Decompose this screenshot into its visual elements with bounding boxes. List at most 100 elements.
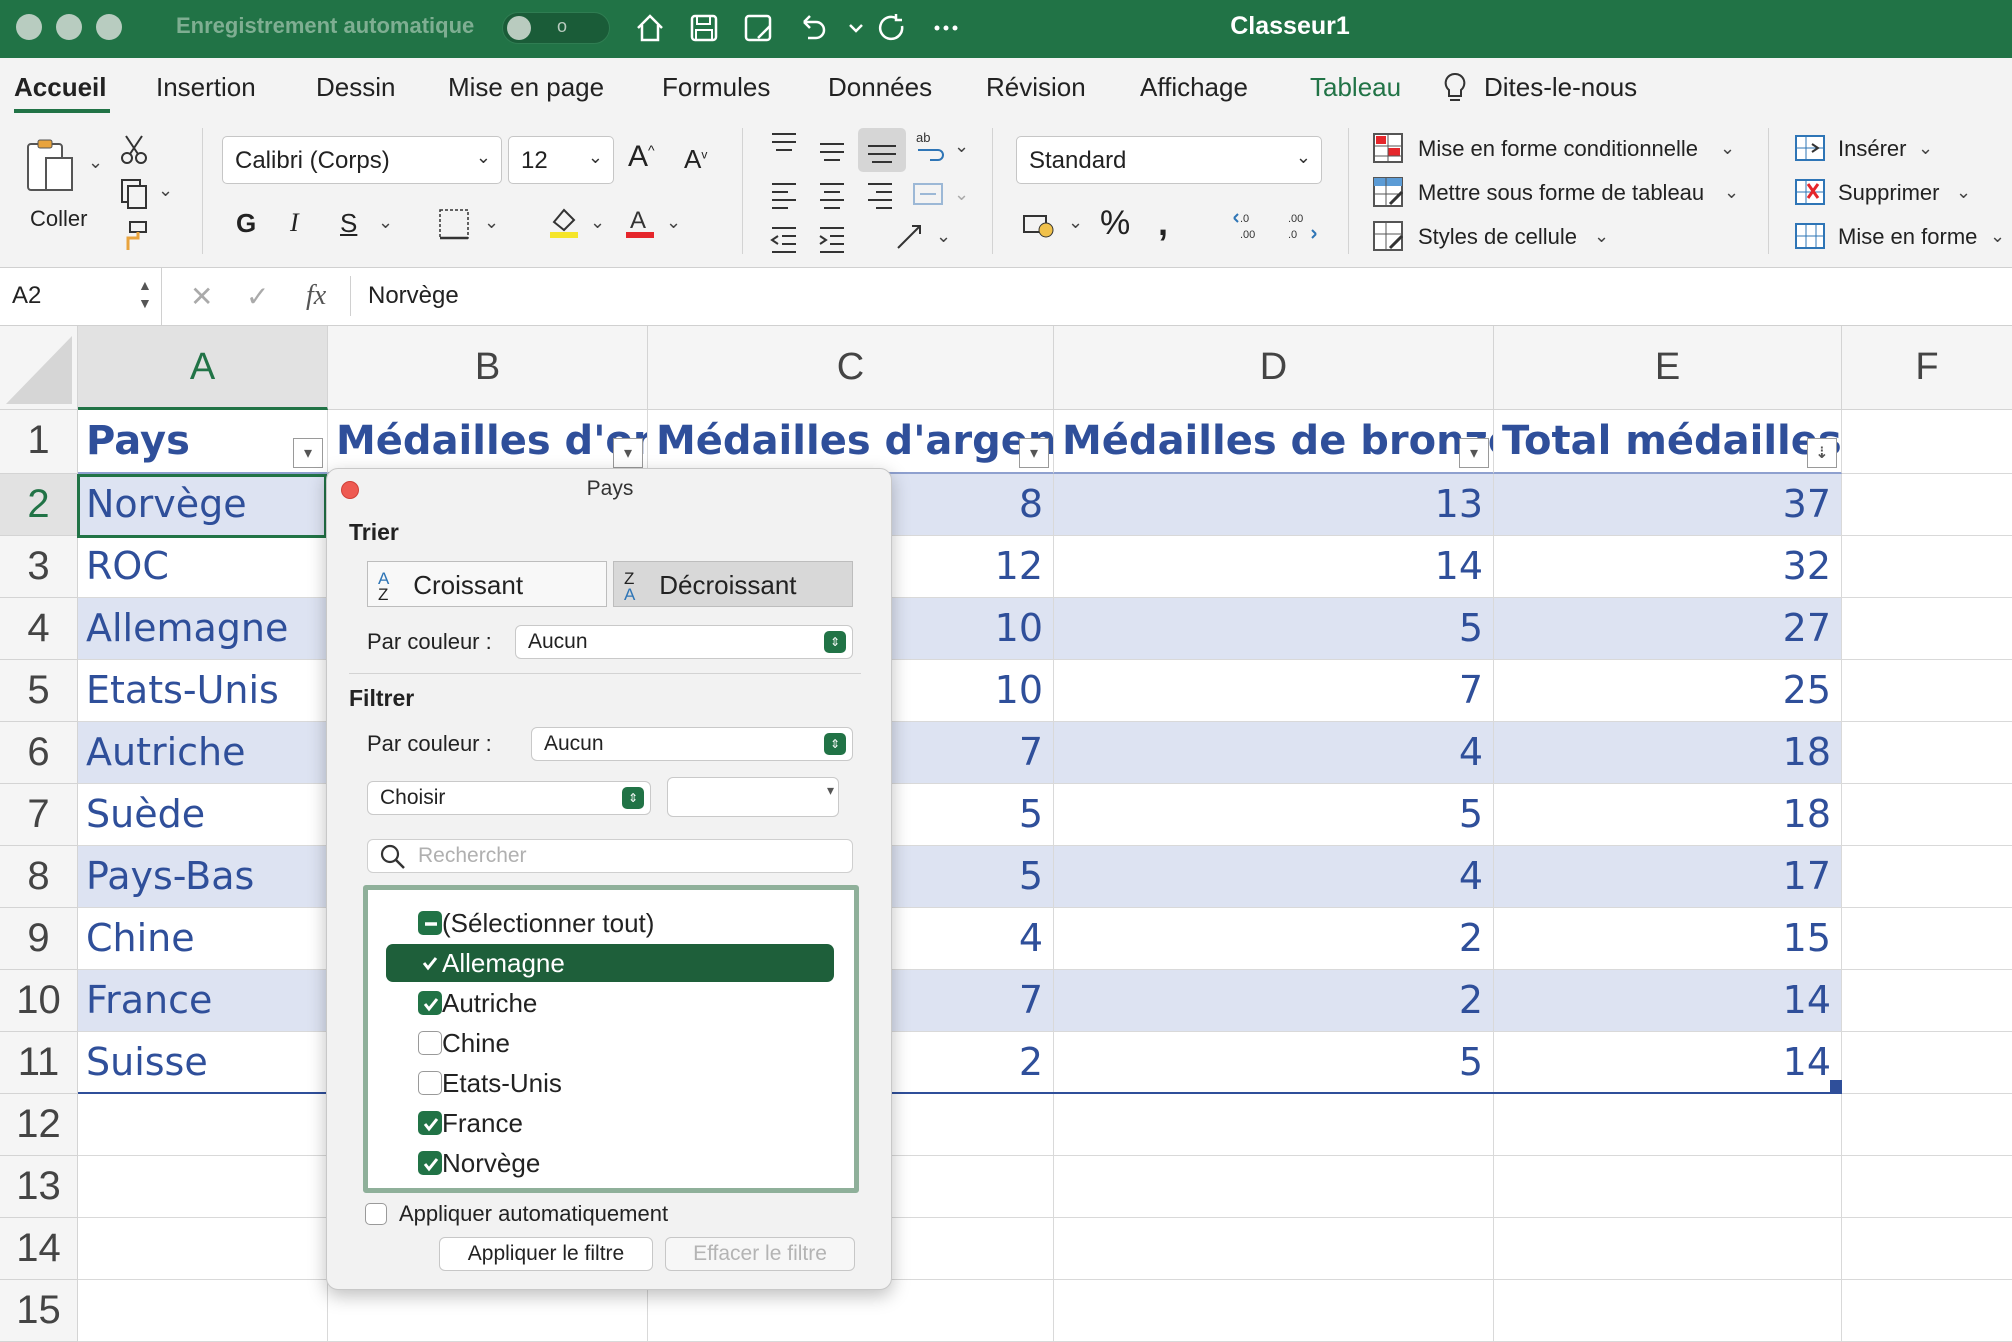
conditional-formatting-button[interactable]: Mise en forme conditionnelle — [1418, 136, 1698, 162]
format-cells-icon[interactable] — [1792, 218, 1828, 254]
filter-list-item[interactable]: Chine — [386, 1024, 834, 1062]
delete-cells-icon[interactable] — [1792, 174, 1828, 210]
cell-pays[interactable]: France — [78, 970, 328, 1032]
copy-chevron-down-icon[interactable]: ⌄ — [158, 180, 173, 201]
criteria-value-input[interactable]: ▾ — [667, 777, 839, 817]
table-cell[interactable] — [1842, 722, 2012, 784]
cell-pays[interactable]: Suisse — [78, 1032, 328, 1094]
font-name-select[interactable]: Calibri (Corps) ⌄ — [222, 136, 502, 184]
cell-total[interactable]: 27 — [1494, 598, 1842, 660]
sort-descending-filter-button[interactable]: ⇣ — [1807, 438, 1837, 468]
fill-color-chevron-down-icon[interactable]: ⌄ — [590, 212, 605, 233]
font-color-chevron-down-icon[interactable]: ⌄ — [666, 212, 681, 233]
cell-pays[interactable]: Chine — [78, 908, 328, 970]
format-as-table-button[interactable]: Mettre sous forme de tableau — [1418, 180, 1704, 206]
select-all-checkbox[interactable] — [418, 911, 442, 935]
table-cell[interactable] — [1842, 598, 2012, 660]
conditional-formatting-icon[interactable] — [1370, 130, 1406, 166]
row-header-1[interactable]: 1 — [0, 410, 78, 474]
number-format-select[interactable]: Standard ⌄ — [1016, 136, 1322, 184]
insert-function-icon[interactable]: fx — [306, 280, 326, 312]
accounting-chevron-down-icon[interactable]: ⌄ — [1068, 212, 1083, 233]
empty-cell[interactable] — [1842, 1218, 2012, 1280]
wrap-text-icon[interactable]: ab — [912, 128, 948, 164]
paste-icon[interactable] — [22, 136, 80, 196]
text-orientation-icon[interactable] — [892, 220, 928, 256]
merge-chevron-down-icon[interactable]: ⌄ — [954, 184, 969, 205]
table-cell[interactable] — [1842, 474, 2012, 536]
cell-total[interactable]: 32 — [1494, 536, 1842, 598]
align-top-icon[interactable] — [766, 128, 802, 164]
cell-bronze[interactable]: 7 — [1054, 660, 1494, 722]
row-header-13[interactable]: 13 — [0, 1156, 78, 1218]
formula-input[interactable]: Norvège — [368, 282, 459, 310]
borders-chevron-down-icon[interactable]: ⌄ — [484, 212, 499, 233]
copy-icon[interactable] — [116, 176, 152, 212]
filter-list-item[interactable]: (Sélectionner tout) — [386, 904, 834, 942]
table-cell[interactable] — [1842, 784, 2012, 846]
row-header-14[interactable]: 14 — [0, 1218, 78, 1280]
cell-styles-button[interactable]: Styles de cellule — [1418, 224, 1577, 250]
scissors-icon[interactable] — [116, 132, 152, 168]
table-cell[interactable] — [1842, 908, 2012, 970]
empty-cell[interactable] — [78, 1280, 328, 1342]
row-header-7[interactable]: 7 — [0, 784, 78, 846]
empty-cell[interactable] — [1054, 1156, 1494, 1218]
table-cell[interactable] — [1842, 970, 2012, 1032]
column-header-f[interactable]: F — [1842, 326, 2012, 410]
sort-by-color-select[interactable]: Aucun ⇕ — [515, 625, 853, 659]
decrease-decimal-icon[interactable]: .00.0 — [1284, 206, 1320, 242]
filter-list-item[interactable]: Norvège — [386, 1144, 834, 1182]
format-as-table-icon[interactable] — [1370, 174, 1406, 210]
item-checkbox[interactable] — [418, 1031, 442, 1055]
redo-icon[interactable] — [872, 8, 912, 48]
orientation-chevron-down-icon[interactable]: ⌄ — [954, 136, 969, 157]
cell-total[interactable]: 17 — [1494, 846, 1842, 908]
empty-cell[interactable] — [1494, 1218, 1842, 1280]
table-resize-handle[interactable] — [1830, 1080, 1842, 1092]
decrease-indent-icon[interactable] — [766, 220, 802, 256]
window-minimize-button[interactable] — [56, 14, 82, 40]
column-header-d[interactable]: D — [1054, 326, 1494, 410]
empty-cell[interactable] — [78, 1156, 328, 1218]
cell-styles-icon[interactable] — [1370, 218, 1406, 254]
tell-me-search[interactable]: Dites-le-nous — [1484, 72, 1637, 103]
filter-list-item[interactable]: France — [386, 1104, 834, 1142]
cell-total[interactable]: 18 — [1494, 784, 1842, 846]
tab-dessin[interactable]: Dessin — [316, 72, 395, 103]
insert-chevron-down-icon[interactable]: ⌄ — [1918, 138, 1933, 159]
row-header-10[interactable]: 10 — [0, 970, 78, 1032]
table-cell[interactable] — [1842, 1032, 2012, 1094]
column-header-a[interactable]: A — [78, 326, 328, 410]
table-header-cell[interactable]: Médailles de bronze ▾ — [1054, 410, 1494, 474]
cell-pays[interactable]: Suède — [78, 784, 328, 846]
underline-chevron-down-icon[interactable]: ⌄ — [378, 212, 393, 233]
criteria-select[interactable]: Choisir ⇕ — [367, 781, 651, 815]
autosave-toggle[interactable]: o — [502, 12, 610, 44]
table-header-cell[interactable]: Médailles d'or ▾ — [328, 410, 648, 474]
empty-cell[interactable] — [1842, 410, 2012, 474]
paste-label[interactable]: Coller — [30, 206, 87, 232]
percent-style-icon[interactable]: % — [1100, 204, 1130, 243]
column-header-c[interactable]: C — [648, 326, 1054, 410]
empty-cell[interactable] — [1054, 1280, 1494, 1342]
tab-affichage[interactable]: Affichage — [1140, 72, 1248, 103]
column-header-e[interactable]: E — [1494, 326, 1842, 410]
align-bottom-icon[interactable] — [858, 128, 906, 172]
empty-cell[interactable] — [1054, 1218, 1494, 1280]
bold-button[interactable]: G — [236, 208, 256, 239]
empty-cell[interactable] — [1494, 1094, 1842, 1156]
cell-bronze[interactable]: 14 — [1054, 536, 1494, 598]
item-checkbox[interactable] — [418, 1151, 442, 1175]
align-right-icon[interactable] — [862, 176, 898, 212]
cell-bronze[interactable]: 5 — [1054, 784, 1494, 846]
format-painter-icon[interactable] — [116, 218, 152, 254]
delete-chevron-down-icon[interactable]: ⌄ — [1956, 182, 1971, 203]
font-color-icon[interactable]: A — [622, 204, 658, 240]
table-header-cell[interactable]: Total médailles ⇣ — [1494, 410, 1842, 474]
cancel-entry-icon[interactable]: ✕ — [190, 280, 213, 313]
popover-close-button[interactable] — [341, 481, 359, 499]
cell-bronze[interactable]: 2 — [1054, 908, 1494, 970]
row-header-11[interactable]: 11 — [0, 1032, 78, 1094]
empty-cell[interactable] — [1054, 1094, 1494, 1156]
